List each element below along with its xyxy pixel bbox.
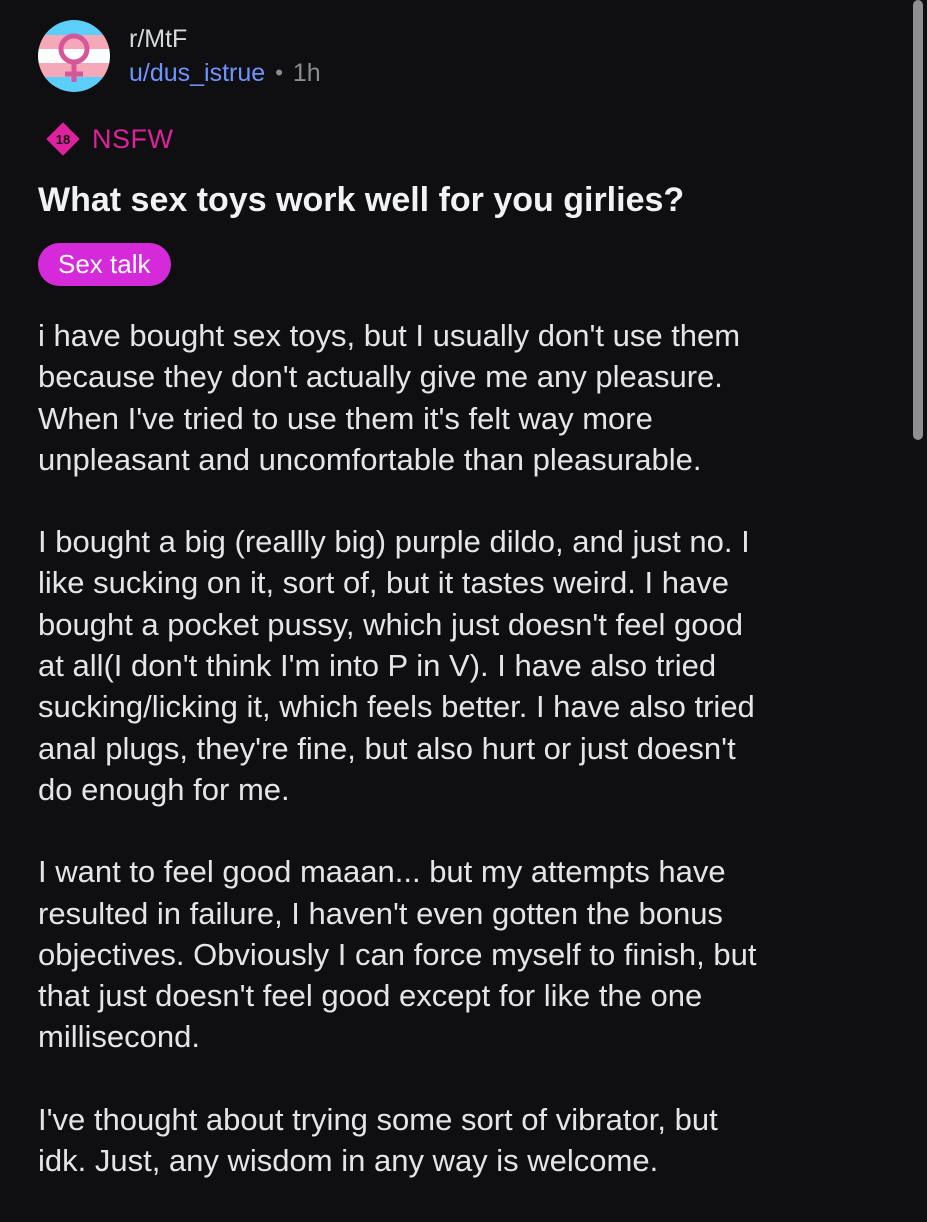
subreddit-avatar-icon[interactable] [38, 20, 110, 92]
body-paragraph-4: I've thought about trying some sort of v… [38, 1101, 718, 1179]
body-paragraph-1: i have bought sex toys, but I usually do… [38, 318, 741, 477]
post-flair[interactable]: Sex talk [38, 243, 171, 286]
subreddit-name[interactable]: r/MtF [129, 24, 321, 54]
post-header: r/MtF u/dus_istrue • 1h [38, 20, 321, 92]
separator-dot: • [275, 60, 283, 85]
nsfw-tag: 18 NSFW [46, 122, 173, 156]
post-body: i have bought sex toys, but I usually do… [38, 315, 908, 1222]
post-time: 1h [292, 59, 321, 87]
scrollbar-thumb[interactable] [913, 0, 923, 440]
username-link[interactable]: u/dus_istrue [129, 58, 265, 88]
nsfw-badge-text: 18 [56, 132, 70, 147]
byline: u/dus_istrue • 1h [129, 58, 321, 88]
body-paragraph-2: I bought a big (reallly big) purple dild… [38, 524, 755, 807]
nsfw-label: NSFW [92, 124, 174, 154]
post-meta: r/MtF u/dus_istrue • 1h [129, 24, 321, 88]
post-title: What sex toys work well for you girlies? [38, 181, 685, 219]
nsfw-18-icon: 18 [46, 122, 80, 156]
body-paragraph-3: I want to feel good maaan... but my atte… [38, 854, 757, 1055]
